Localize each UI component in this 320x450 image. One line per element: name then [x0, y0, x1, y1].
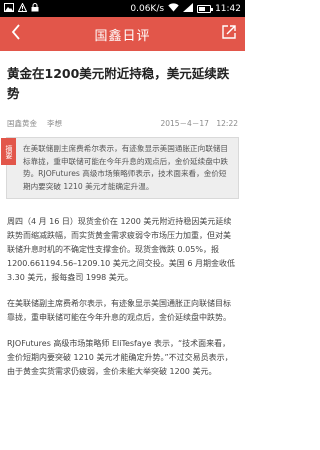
- app-bar: 国鑫日评: [0, 17, 245, 51]
- article-summary: 摘要 在美联储副主席费希尔表示，有迹象显示美国通胀正向联储目标靠拢，重申联储可能…: [1, 137, 239, 199]
- article-source: 国鑫黄金: [7, 119, 37, 128]
- status-left: [4, 1, 39, 15]
- alert-notification-icon: [17, 1, 28, 15]
- article-datetime: 2015－4－17 12:22: [160, 119, 238, 128]
- battery-icon: [197, 4, 214, 13]
- clock: 11:42: [215, 3, 241, 14]
- article-paragraph: RJOFutures 高级市场策略师 EliTesfaye 表示，“技术面来看，…: [7, 339, 233, 376]
- page-title: 国鑫日评: [94, 28, 151, 44]
- share-button[interactable]: [219, 24, 239, 44]
- signal-icon: [183, 2, 194, 15]
- status-right: 0.06K/s 11:42: [130, 2, 241, 15]
- article-paragraph: 周四（4 月 16 日）现货金价在 1200 美元附近持稳因美元延续跌势而缩减跌…: [7, 217, 235, 282]
- wifi-icon: [168, 2, 179, 15]
- photo-notification-icon: [4, 2, 14, 15]
- article-headline: 黄金在1200美元附近持稳，美元延续跌势: [7, 66, 230, 101]
- status-bar: 0.06K/s 11:42: [0, 0, 245, 17]
- summary-tag: 摘要: [1, 138, 16, 165]
- back-button[interactable]: [6, 24, 26, 44]
- article-author: 李想: [47, 119, 62, 128]
- article-paragraph: 在美联储副主席费希尔表示，有迹象显示美国通胀正向联储目标靠拢，重申联储可能在今年…: [7, 299, 231, 322]
- share-icon: [221, 24, 237, 44]
- lock-notification-icon: [31, 2, 39, 15]
- summary-text: 在美联储副主席费希尔表示，有迹象显示美国通胀正向联储目标靠拢，重申联储可能在今年…: [23, 144, 229, 191]
- article-meta: 国鑫黄金 李想 2015－4－17 12:22: [0, 118, 245, 129]
- network-speed: 0.06K/s: [130, 3, 165, 14]
- article-content[interactable]: 黄金在1200美元附近持稳，美元延续跌势 国鑫黄金 李想 2015－4－17 1…: [0, 51, 245, 450]
- chevron-left-icon: [11, 24, 21, 44]
